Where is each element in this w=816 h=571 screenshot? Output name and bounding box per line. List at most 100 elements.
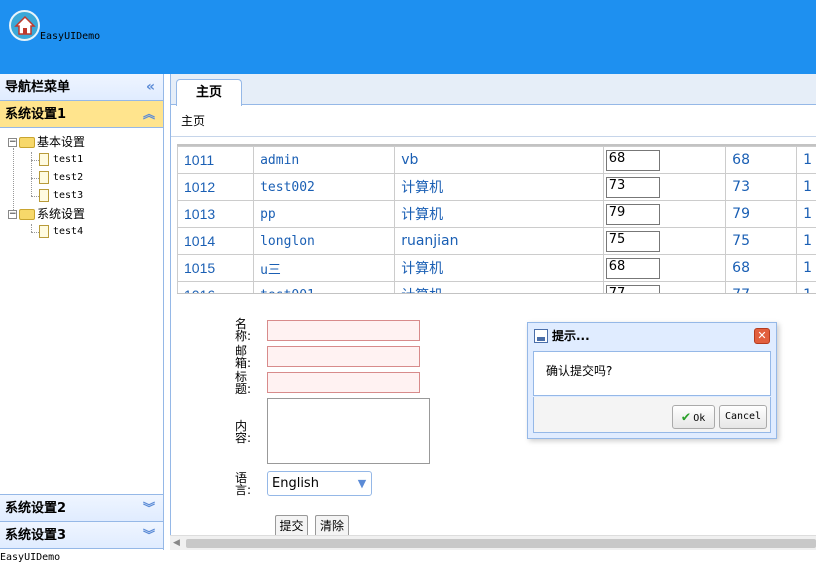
tree-line xyxy=(31,178,39,179)
cell-score: 77 xyxy=(602,281,727,293)
scroll-left-icon[interactable]: ◀ xyxy=(173,538,180,548)
tree-line xyxy=(31,152,32,196)
table-body: 1011 admin vb 68 68 1 1012 test002 计算机 73 73 1 1013 p… xyxy=(177,146,816,293)
cell-id: 1015 xyxy=(177,254,255,282)
cell-extra: 1 xyxy=(796,146,816,174)
folder-open-icon xyxy=(19,137,35,148)
tree-group-label: 系统设置 xyxy=(37,207,86,221)
tree-group-label: 基本设置 xyxy=(37,135,86,149)
nav-title-label: 导航栏菜单 xyxy=(5,80,71,95)
panel-title: 主页 xyxy=(171,105,816,137)
cell-score: 68 xyxy=(602,254,727,282)
chevron-down-icon[interactable]: ▼ xyxy=(353,472,371,495)
score-input[interactable]: 73 xyxy=(605,176,660,198)
dialog-title: 提示... xyxy=(552,329,590,343)
dialog-message: 确认提交吗? xyxy=(533,351,771,396)
tree-item-label: test4 xyxy=(53,226,84,237)
collapse-toggle-icon[interactable]: − xyxy=(8,138,17,147)
tree-item-test1[interactable]: test1 xyxy=(39,151,83,169)
ok-button[interactable]: ✔ Ok xyxy=(672,405,715,429)
accordion-section-3-label: 系统设置3 xyxy=(5,528,67,543)
score-input[interactable]: 77 xyxy=(605,284,660,293)
cell-score: 68 xyxy=(602,146,727,174)
chevron-up-icon[interactable]: ︽ xyxy=(143,101,155,128)
tree-group-system[interactable]: − 系统设置 xyxy=(8,205,85,223)
score-input[interactable]: 79 xyxy=(605,203,660,225)
cell-dept: 计算机 xyxy=(394,200,604,228)
tree-line xyxy=(31,160,39,161)
tree-item-test3[interactable]: test3 xyxy=(39,187,83,205)
accordion-section-3[interactable]: 系统设置3 ︾ xyxy=(0,522,163,549)
chevron-down-icon[interactable]: ︾ xyxy=(143,522,155,549)
tab-bar: 主页 xyxy=(171,74,816,106)
cell-extra: 1 xyxy=(796,200,816,228)
cell-score-display: 73 xyxy=(725,173,798,201)
clear-button[interactable]: 清除 xyxy=(315,515,349,537)
dialog-footer: ✔ Ok Cancel xyxy=(533,397,771,433)
subject-field[interactable] xyxy=(267,372,420,393)
table-row[interactable]: 1016test001计算机77771 xyxy=(177,281,816,293)
cell-id: 1011 xyxy=(177,146,255,174)
data-grid: 1011 admin vb 68 68 1 1012 test002 计算机 73 73 1 1013 p… xyxy=(177,144,816,294)
accordion-section-2-label: 系统设置2 xyxy=(5,501,67,516)
accordion-section-2[interactable]: 系统设置2 ︾ xyxy=(0,495,163,522)
cancel-button[interactable]: Cancel xyxy=(719,405,767,429)
tree-line xyxy=(31,224,32,232)
scrollbar-thumb[interactable] xyxy=(186,539,816,548)
cell-dept: ruanjian xyxy=(394,227,604,255)
save-icon xyxy=(534,329,548,343)
folder-open-icon xyxy=(19,209,35,220)
cell-score-display: 77 xyxy=(725,281,798,293)
file-icon xyxy=(39,224,49,238)
data-table: 1011 admin vb 68 68 1 1012 test002 计算机 73 73 1 1013 p… xyxy=(177,146,816,293)
subject-label: 标题: xyxy=(235,370,252,396)
tree-item-label: test2 xyxy=(53,172,84,183)
name-field[interactable] xyxy=(267,320,420,341)
tree-group-basic[interactable]: − 基本设置 xyxy=(8,133,85,151)
close-icon[interactable]: ✕ xyxy=(754,328,770,344)
table-row[interactable]: 1015 u三 计算机 68 68 1 xyxy=(177,254,816,282)
table-row[interactable]: 1012 test002 计算机 73 73 1 xyxy=(177,173,816,201)
cell-name: pp xyxy=(253,200,396,228)
table-row[interactable]: 1014 longlon ruanjian 75 75 1 xyxy=(177,227,816,255)
cell-id: 1016 xyxy=(177,281,255,293)
file-icon xyxy=(39,152,49,166)
score-input[interactable]: 75 xyxy=(605,230,660,252)
collapse-toggle-icon[interactable]: − xyxy=(8,210,17,219)
submit-button[interactable]: 提交 xyxy=(275,515,308,537)
cell-score-display: 75 xyxy=(725,227,798,255)
score-input[interactable]: 68 xyxy=(605,149,660,171)
cell-dept: 计算机 xyxy=(394,281,604,293)
tree-item-test2[interactable]: test2 xyxy=(39,169,83,187)
nav-title: 导航栏菜单 « xyxy=(0,74,163,101)
tree-item-label: test3 xyxy=(53,190,84,201)
accordion-section-1[interactable]: 系统设置1 ︽ xyxy=(0,101,163,128)
cell-dept: 计算机 xyxy=(394,254,604,282)
chevron-down-icon[interactable]: ︾ xyxy=(143,495,155,522)
accordion-section-1-label: 系统设置1 xyxy=(5,107,67,122)
table-row[interactable]: 1011 admin vb 68 68 1 xyxy=(177,146,816,174)
cell-score-display: 68 xyxy=(725,254,798,282)
app-header: EasyUIDemo xyxy=(0,0,816,74)
cell-name: admin xyxy=(253,146,396,174)
content-label: 内容: xyxy=(235,419,252,445)
score-input[interactable]: 68 xyxy=(605,257,660,279)
horizontal-scrollbar[interactable]: ◀ xyxy=(170,535,816,550)
collapse-left-icon[interactable]: « xyxy=(146,74,155,101)
content-textarea[interactable] xyxy=(267,398,430,464)
tree-item-test4[interactable]: test4 xyxy=(39,223,83,241)
cell-name: u三 xyxy=(253,254,396,282)
tree-line xyxy=(31,196,39,197)
language-select[interactable]: English ▼ xyxy=(267,471,372,496)
dialog-title-bar[interactable]: 提示... ✕ xyxy=(528,323,776,349)
cell-extra: 1 xyxy=(796,254,816,282)
accordion-body: − 基本设置 test1 test2 test3 − 系统设置 test4 xyxy=(0,128,163,495)
cell-id: 1013 xyxy=(177,200,255,228)
tab-home[interactable]: 主页 xyxy=(176,79,242,106)
file-icon xyxy=(39,188,49,202)
cell-id: 1012 xyxy=(177,173,255,201)
cell-score-display: 79 xyxy=(725,200,798,228)
cell-dept: 计算机 xyxy=(394,173,604,201)
email-field[interactable] xyxy=(267,346,420,367)
table-row[interactable]: 1013 pp 计算机 79 79 1 xyxy=(177,200,816,228)
